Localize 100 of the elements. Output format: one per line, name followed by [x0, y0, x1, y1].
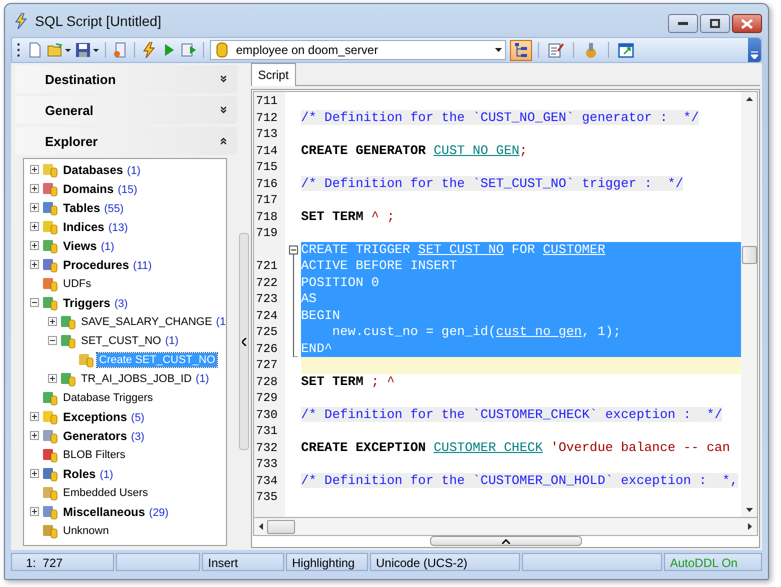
tree-item[interactable]: Tables (55): [61, 200, 126, 216]
new-file-icon[interactable]: [27, 42, 43, 58]
tree-item[interactable]: Generators (3): [61, 428, 146, 444]
grip-icon: [17, 43, 20, 57]
caret-icon[interactable]: [65, 48, 71, 52]
tab[interactable]: Script: [251, 63, 296, 86]
tree-item[interactable]: SET_CUST_NO (1): [79, 334, 181, 348]
line-number: 721: [256, 259, 278, 273]
line-number: 722: [256, 276, 278, 290]
tree-item[interactable]: Database Triggers: [61, 390, 155, 404]
tree-item[interactable]: Indices (13): [61, 218, 130, 234]
tree-item[interactable]: Unknown: [61, 524, 111, 538]
code-line: POSITION 0: [301, 274, 380, 290]
minimize-button[interactable]: [668, 14, 698, 33]
code-line: SET TERM ^ ;: [301, 208, 395, 224]
expand-toggle[interactable]: [30, 412, 39, 421]
scroll-left-icon: [259, 523, 263, 530]
tree-item[interactable]: Exceptions (5): [61, 408, 146, 424]
tree-item[interactable]: UDFs: [61, 276, 94, 290]
splitter-handle[interactable]: [239, 233, 249, 450]
code-line: new.cust_no = gen_id(cust no gen, 1);: [331, 324, 621, 339]
expand-toggle[interactable]: [30, 222, 39, 231]
tree-item[interactable]: Views (1): [61, 238, 116, 254]
expand-toggle[interactable]: [30, 165, 39, 174]
status-pane: Insert: [202, 553, 284, 571]
line-number: 712: [256, 110, 278, 124]
expand-toggle[interactable]: [48, 374, 57, 383]
expand-up-icon: [502, 538, 510, 544]
collapse-toggle[interactable]: [30, 298, 39, 307]
tree-item[interactable]: Embedded Users: [61, 486, 150, 500]
tree-item[interactable]: Triggers (3): [61, 294, 130, 310]
line-number: 732: [256, 440, 278, 454]
expand-toggle[interactable]: [30, 507, 39, 516]
close-button[interactable]: [732, 14, 762, 33]
tree-item[interactable]: Databases (1): [61, 162, 142, 178]
database-icon: [214, 42, 230, 58]
line-number: 729: [256, 391, 278, 405]
tree-item[interactable]: Procedures (11): [61, 256, 154, 272]
code-line: ACTIVE BEFORE INSERT: [301, 258, 458, 273]
step-run-icon[interactable]: [181, 42, 197, 58]
section-header[interactable]: Explorer: [15, 127, 237, 155]
section-header[interactable]: General: [15, 96, 237, 124]
tree-item[interactable]: Domains (15): [61, 180, 140, 196]
line-number: 711: [256, 94, 278, 108]
code-line: BEGIN: [301, 308, 340, 322]
expand-toggle[interactable]: [30, 203, 39, 212]
window-icon: [618, 42, 634, 58]
code-editor[interactable]: [251, 89, 760, 548]
line-number: 726: [256, 342, 278, 356]
line-number: 716: [256, 176, 278, 190]
status-pane: Unicode (UCS-2): [370, 553, 520, 571]
caret-icon: [495, 48, 502, 52]
horizontal-scrollbar[interactable]: [253, 518, 758, 536]
tree-item[interactable]: Roles (1): [61, 466, 116, 482]
minimize-icon: [678, 22, 688, 25]
line-number: 731: [256, 424, 278, 438]
lightning-icon[interactable]: [141, 42, 157, 58]
toolbar-options-button[interactable]: [748, 38, 761, 62]
expand-icon: [220, 106, 227, 114]
tree-view-button[interactable]: [510, 40, 532, 60]
scroll-thumb[interactable]: [742, 246, 756, 264]
expand-toggle[interactable]: [30, 469, 39, 478]
collapse-left-icon: [242, 338, 246, 346]
status-pane: AutoDDL On: [664, 553, 762, 571]
line-number: 735: [256, 490, 278, 504]
line-number: 713: [256, 127, 278, 141]
tree-item[interactable]: TR_AI_JOBS_JOB_ID (1): [79, 372, 212, 386]
scroll-down-icon: [746, 508, 752, 512]
caret-icon[interactable]: [93, 48, 99, 52]
section-header[interactable]: Destination: [15, 65, 237, 93]
splitter-handle[interactable]: [430, 536, 582, 546]
line-number: 733: [256, 457, 278, 471]
tree-item[interactable]: Miscellaneous (29): [61, 504, 171, 520]
window-title: SQL Script [Untitled]: [35, 12, 162, 28]
connection-dropdown[interactable]: employee on doom_server: [210, 40, 506, 60]
maximize-icon: [710, 19, 720, 28]
expand-toggle[interactable]: [30, 431, 39, 440]
save-icon[interactable]: [75, 42, 91, 58]
maximize-button[interactable]: [700, 14, 730, 33]
status-pane: Highlighting: [286, 553, 368, 571]
expand-toggle[interactable]: [30, 184, 39, 193]
tree-item[interactable]: BLOB Filters: [61, 448, 128, 462]
scroll-thumb[interactable]: [267, 520, 295, 534]
tree-item[interactable]: SAVE_SALARY_CHANGE (1: [79, 314, 226, 328]
lightning-icon: [13, 12, 29, 28]
code-line: END^: [301, 340, 332, 356]
tree-view-icon: [513, 42, 529, 58]
expand-toggle[interactable]: [48, 317, 57, 326]
line-number: 714: [256, 144, 278, 158]
collapse-toggle[interactable]: [48, 336, 57, 345]
line-number: 717: [256, 193, 278, 207]
database-icon: [42, 162, 58, 178]
expand-icon: [220, 75, 227, 83]
line-number: 728: [256, 374, 278, 388]
plug-icon: [583, 42, 599, 58]
expand-toggle[interactable]: [30, 241, 39, 250]
expand-toggle[interactable]: [30, 260, 39, 269]
collapse-icon: [220, 137, 227, 145]
line-number: 719: [256, 226, 278, 240]
vertical-scrollbar[interactable]: [741, 92, 757, 517]
